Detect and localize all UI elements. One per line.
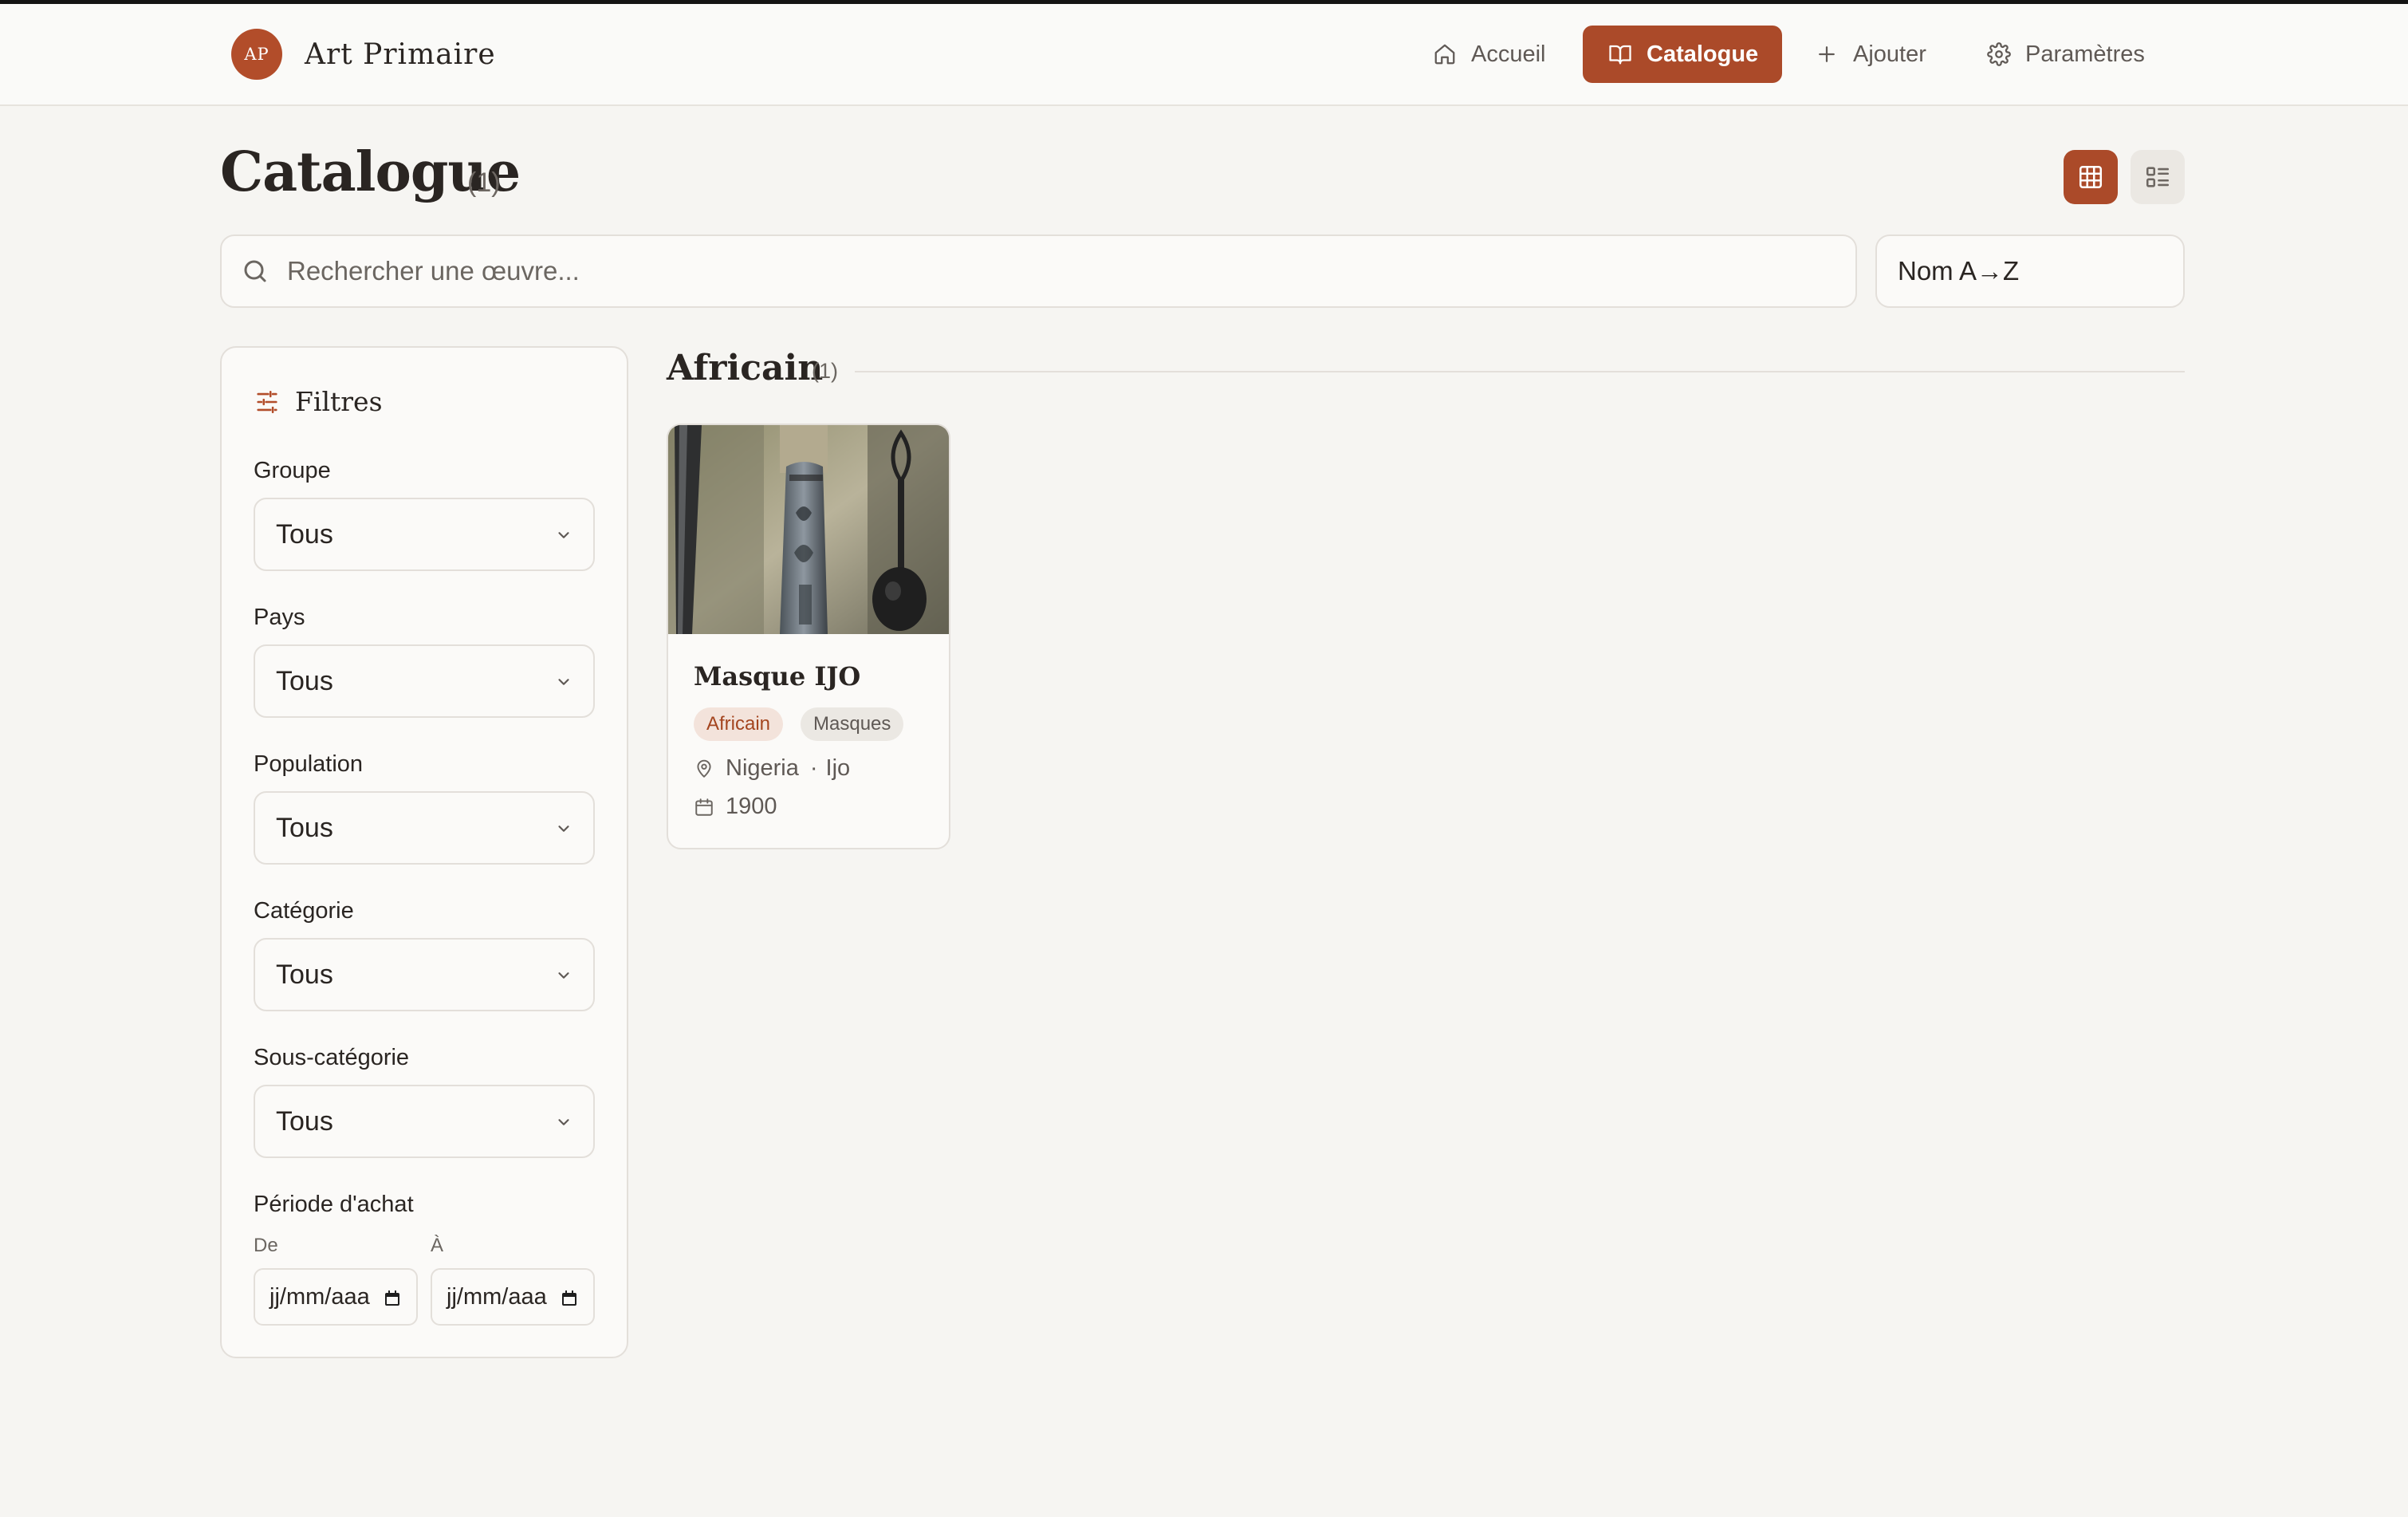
chevron-down-icon (558, 532, 569, 538)
nav-catalogue-label: Catalogue (1647, 41, 1759, 67)
filter-date-to-value: jj/mm/aaa (447, 1283, 547, 1310)
filter-pays-select[interactable]: Tous (254, 644, 595, 718)
filter-categorie-value: Tous (276, 959, 333, 990)
filter-categorie-select[interactable]: Tous (254, 938, 595, 1011)
main-nav: Accueil Catalogue Ajouter Paramètres (0, 26, 2408, 83)
app-header: AP Art Primaire Accueil Catalogue Ajoute… (0, 4, 2408, 106)
artwork-card[interactable]: Masque IJO Africain Masques Nigeria · Ij… (667, 424, 950, 849)
artwork-population: Ijo (825, 755, 851, 781)
filter-date-from-value: jj/mm/aaa (270, 1283, 370, 1310)
filter-periode-to-label: À (431, 1235, 444, 1256)
sliders-icon (257, 390, 277, 413)
filters-panel: Filtres Groupe Tous Pays Tous Population… (220, 346, 628, 1358)
artwork-title: Masque IJO (694, 661, 861, 692)
chevron-down-icon (558, 825, 569, 832)
filter-population-select[interactable]: Tous (254, 791, 595, 865)
nav-ajouter[interactable]: Ajouter (1815, 26, 1926, 83)
section-title: Africain (667, 348, 824, 388)
artwork-location: Nigeria · Ijo (694, 755, 850, 782)
filter-pays-label: Pays (254, 605, 305, 630)
artwork-image (668, 425, 949, 634)
filter-pays-value: Tous (276, 665, 333, 696)
page-count: (1) (467, 167, 501, 198)
filter-sous-categorie-select[interactable]: Tous (254, 1085, 595, 1158)
calendar-icon (562, 1290, 576, 1306)
nav-parametres-label: Paramètres (2025, 41, 2145, 67)
home-icon (1434, 44, 1455, 65)
nav-parametres[interactable]: Paramètres (1987, 26, 2145, 83)
section-divider (855, 371, 2185, 372)
chevron-down-icon (558, 1119, 569, 1125)
artwork-date: 1900 (694, 794, 777, 820)
filter-population-value: Tous (276, 812, 333, 843)
filter-periode-label: Période d'achat (254, 1192, 414, 1217)
nav-accueil[interactable]: Accueil (1433, 26, 1546, 83)
nav-catalogue[interactable]: Catalogue (1583, 26, 1782, 83)
filter-date-from-input[interactable]: jj/mm/aaa (254, 1268, 418, 1326)
section-count: (1) (812, 359, 838, 383)
calendar-icon (385, 1290, 399, 1306)
search-icon (244, 260, 266, 282)
search-input[interactable] (287, 256, 1802, 286)
filters-title: Filtres (295, 386, 383, 417)
filter-population-label: Population (254, 751, 364, 777)
calendar-icon (695, 798, 713, 816)
filter-groupe-value: Tous (276, 518, 333, 550)
sort-select[interactable]: Nom A→Z (1875, 234, 2185, 308)
nav-ajouter-label: Ajouter (1853, 41, 1926, 67)
nav-accueil-label: Accueil (1471, 41, 1546, 67)
grid-icon (2079, 165, 2103, 189)
list-icon (2146, 167, 2170, 187)
filter-sous-categorie-value: Tous (276, 1105, 333, 1137)
group-tag: Africain (694, 707, 784, 741)
filter-groupe-label: Groupe (254, 458, 331, 483)
search-bar[interactable] (220, 234, 1857, 308)
category-tag: Masques (801, 707, 904, 741)
grid-view-button[interactable] (2064, 150, 2118, 204)
artwork-year: 1900 (726, 794, 777, 819)
location-separator: · (809, 755, 818, 781)
filter-categorie-label: Catégorie (254, 898, 354, 924)
book-open-icon (1609, 45, 1631, 65)
gear-icon (1987, 42, 2011, 66)
chevron-down-icon (558, 679, 569, 685)
list-view-button[interactable] (2131, 150, 2185, 204)
filter-groupe-select[interactable]: Tous (254, 498, 595, 571)
filter-sous-categorie-label: Sous-catégorie (254, 1045, 410, 1070)
filter-date-to-input[interactable]: jj/mm/aaa (431, 1268, 595, 1326)
sort-selected-value: Nom A→Z (1898, 256, 2020, 286)
plus-icon (1819, 46, 1835, 62)
filters-header: Filtres (254, 386, 383, 417)
map-pin-icon (697, 759, 711, 778)
artwork-country: Nigeria (726, 755, 799, 781)
filter-periode-from-label: De (254, 1235, 278, 1256)
chevron-down-icon (558, 972, 569, 979)
